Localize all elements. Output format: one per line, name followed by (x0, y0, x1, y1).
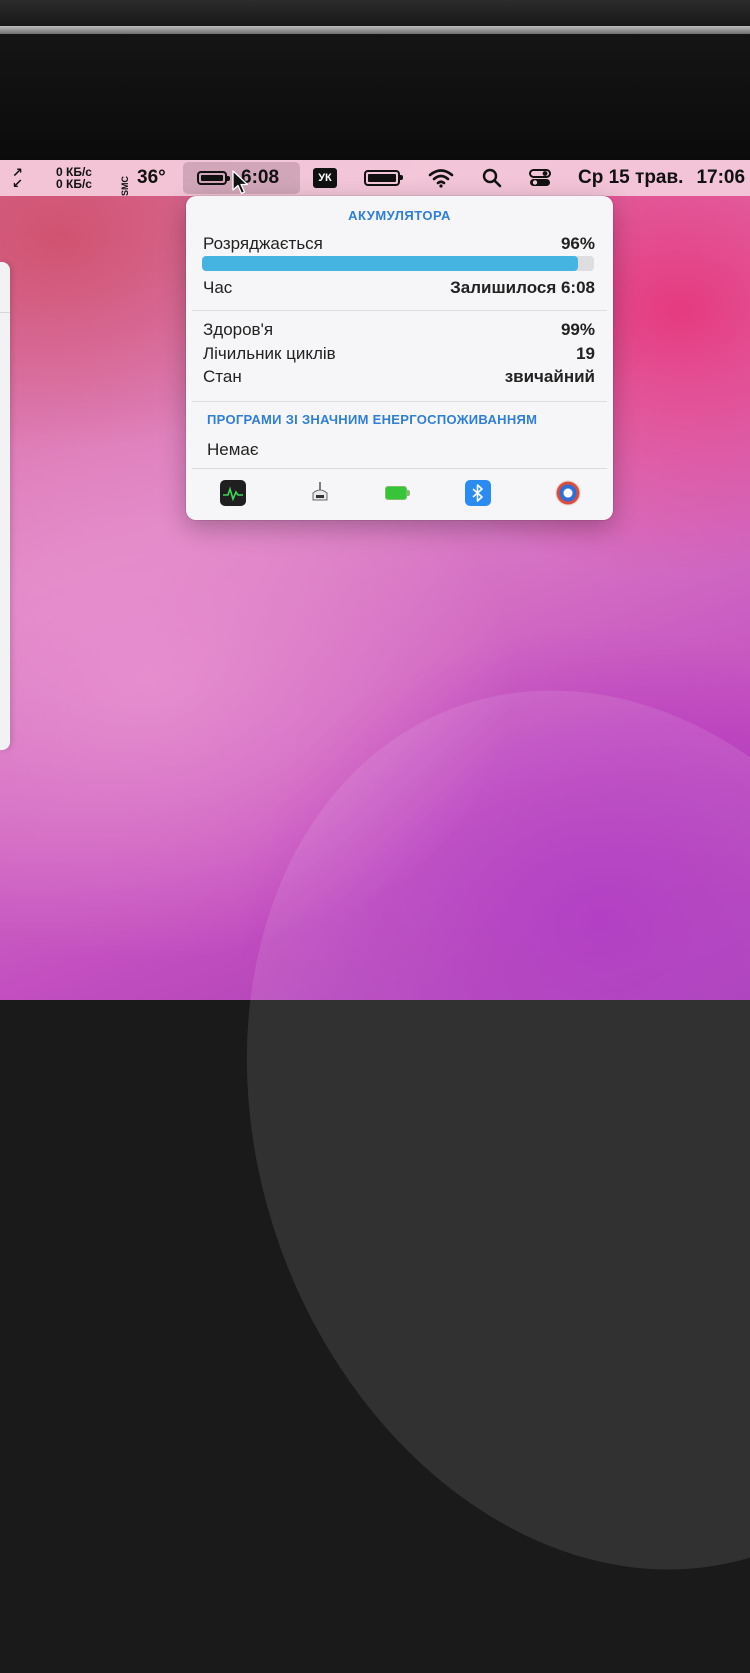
keyboard-layout-badge: УК (313, 168, 337, 188)
screen-bezel (0, 0, 750, 160)
clock-day: Ср (578, 167, 604, 188)
cycle-count-row: Лічильник циклів 19 (203, 344, 595, 364)
menu-bar: ↗ ↙ 0 КБ/с 0 КБ/с SMC 36° 6:08 УК Ср 15 … (0, 160, 750, 196)
network-download-rate: 0 КБ/с (56, 177, 92, 191)
hardware-bridge-icon[interactable] (307, 480, 333, 506)
energy-apps-none: Немає (207, 440, 259, 459)
system-battery-icon (364, 170, 403, 186)
health-label: Здоров'я (203, 320, 274, 339)
battery-status-row: Розряджається 96% (203, 234, 595, 254)
health-value: 99% (560, 320, 595, 339)
temperature-readout[interactable]: 36° (137, 160, 166, 196)
cycle-count-label: Лічильник циклів (203, 344, 336, 363)
time-label: Час (203, 278, 233, 297)
health-row: Здоров'я 99% (203, 320, 595, 340)
condition-row: Стан звичайний (203, 367, 595, 387)
bluetooth-icon[interactable] (465, 480, 491, 506)
battery-popup-title: АКУМУЛЯТОРА (348, 208, 451, 223)
battery-charge-percent: 96% (560, 234, 595, 253)
system-battery-menu[interactable] (364, 160, 403, 196)
cycle-count-value: 19 (576, 344, 595, 363)
separator (192, 310, 607, 311)
network-speed[interactable]: 0 КБ/с 0 КБ/с (56, 160, 92, 196)
keyboard-layout-menu[interactable]: УК (313, 160, 337, 196)
condition-value: звичайний (504, 367, 595, 386)
temperature-sensor-icon: SMC (120, 176, 130, 196)
battery-charge-fill (202, 256, 579, 271)
control-center-icon[interactable] (529, 160, 551, 196)
menu-clock[interactable]: Ср 15 трав. 17:06 (578, 160, 745, 196)
download-arrow-icon: ↙ (12, 176, 23, 191)
battery-charge-bar (202, 256, 594, 271)
laptop-lid-edge (0, 26, 750, 34)
network-activity-icon[interactable]: ↗ ↙ (12, 160, 23, 196)
clock-time: 17:06 (696, 167, 746, 188)
separator (192, 401, 607, 402)
wifi-icon[interactable] (428, 160, 454, 196)
activity-monitor-icon[interactable] (220, 480, 246, 506)
time-remaining-value: Залишилося 6:08 (450, 278, 595, 297)
battery-app-icon[interactable] (385, 486, 411, 500)
clock-date: 15 трав. (608, 167, 684, 188)
battery-icon (197, 171, 230, 185)
battery-popup: АКУМУЛЯТОРА Розряджається 96% Час Залиши… (186, 196, 613, 520)
condition-label: Стан (203, 367, 242, 386)
energy-apps-title: ПРОГРАМИ ЗІ ЗНАЧНИМ ЕНЕРГОСПОЖИВАННЯМ (207, 412, 538, 427)
disk-utility-icon[interactable] (555, 480, 581, 506)
battery-status-label: Розряджається (203, 234, 323, 253)
separator (192, 468, 607, 469)
wallpaper-wave (127, 587, 750, 1673)
battery-time-row: Час Залишилося 6:08 (203, 278, 595, 298)
background-window-edge[interactable] (0, 262, 10, 750)
spotlight-search-icon[interactable] (482, 160, 502, 196)
popup-app-shortcuts (186, 480, 613, 508)
